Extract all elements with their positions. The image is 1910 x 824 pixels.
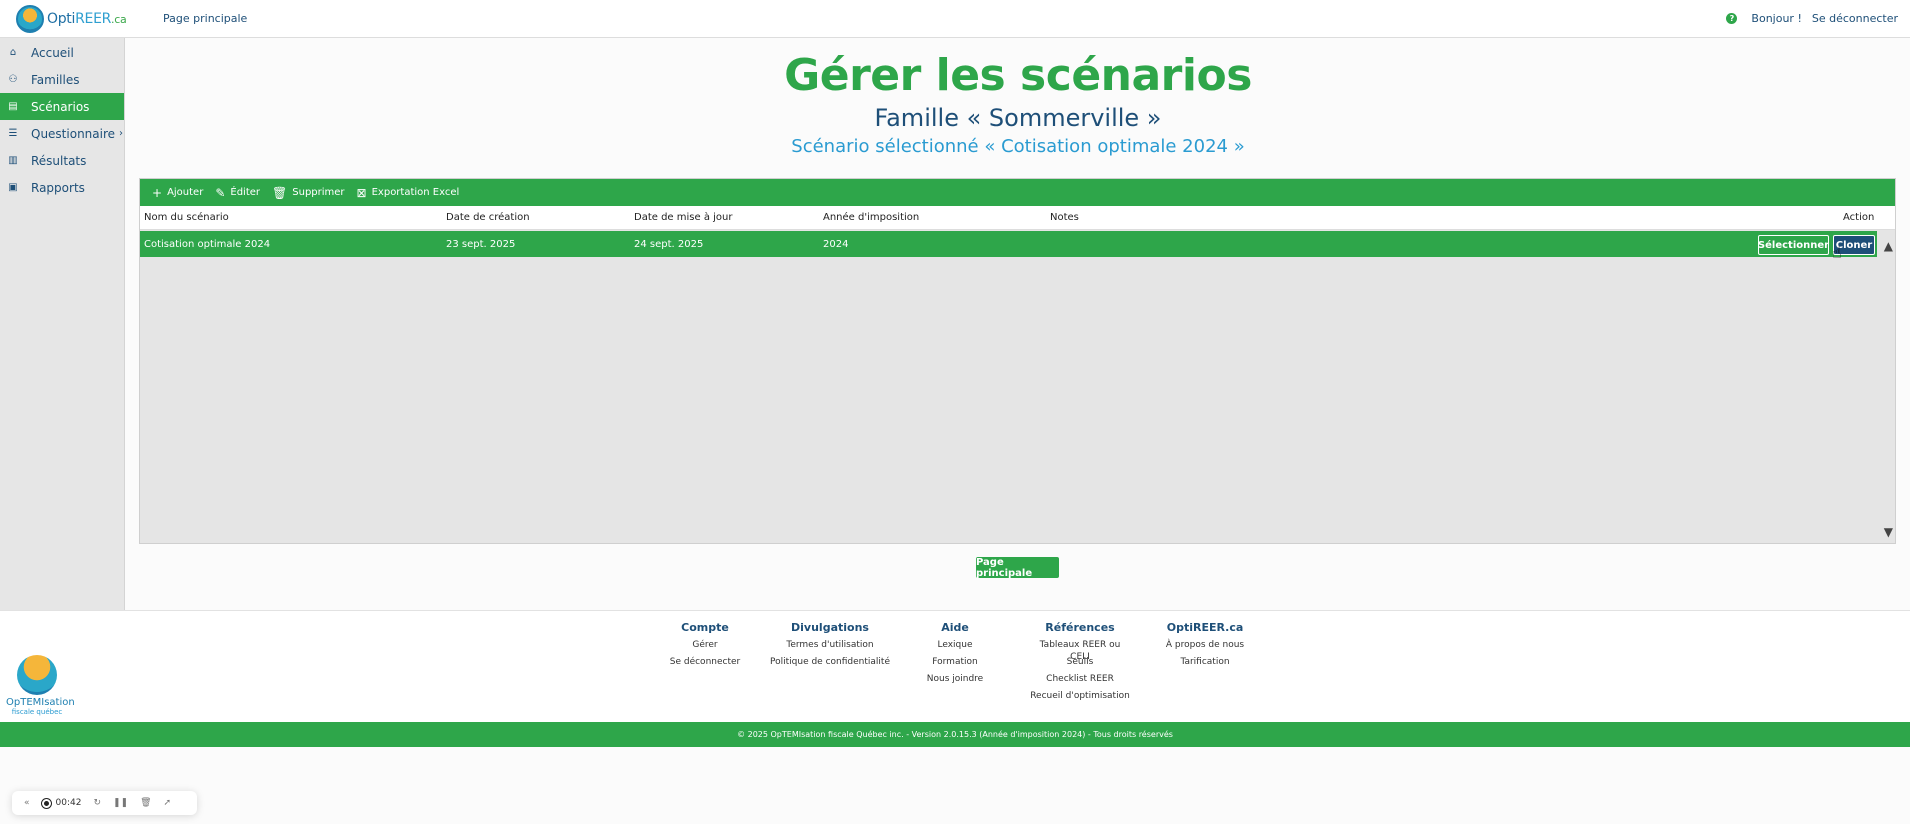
sidebar-item-label: Résultats <box>31 153 87 168</box>
footer: OpTEMIsation fiscale québec Compte Gérer… <box>0 610 1910 722</box>
scenario-icon: ▤ <box>8 101 18 112</box>
column-header[interactable]: Nom du scénario <box>144 212 229 223</box>
cell-updated: 24 sept. 2025 <box>634 238 704 250</box>
logo-icon <box>16 4 44 33</box>
column-header[interactable]: Date de création <box>446 212 530 223</box>
footer-link[interactable]: Tableaux REER ou CELI <box>1030 639 1130 662</box>
home-page-button[interactable]: Page principale <box>976 557 1059 579</box>
sidebar-item-rapports[interactable]: ▣ Rapports <box>0 174 124 201</box>
greeting-text: Bonjour ! <box>1751 12 1802 25</box>
sidebar-item-familles[interactable]: ⚇ Familles <box>0 66 124 93</box>
sidebar-item-label: Rapports <box>31 180 85 195</box>
sidebar-item-label: Familles <box>31 72 80 87</box>
footer-link[interactable]: Lexique <box>915 639 995 656</box>
user-area: ? Bonjour ! Se déconnecter <box>1726 12 1898 25</box>
excel-icon: ⊠ <box>356 185 367 200</box>
scenario-grid: + Ajouter ✎ Éditer 🗑 Supprimer ⊠ Exportation… <box>139 178 1896 544</box>
footer-column-aide: Aide Lexique Formation Nous joindre <box>915 621 995 690</box>
footer-link[interactable]: À propos de nous <box>1160 639 1250 656</box>
footer-column-compte: Compte Gérer Se déconnecter <box>665 621 745 673</box>
footer-link[interactable]: Checklist REER <box>1030 673 1130 690</box>
home-page-link[interactable]: Page principale <box>163 12 247 25</box>
recorder-widget: « 00:42 ↻ ❚❚ 🗑 ➚ <box>12 791 197 815</box>
pencil-icon: ✎ <box>215 185 226 200</box>
footer-link[interactable]: Tarification <box>1160 656 1250 673</box>
top-bar: OptiREER.ca Page principale ? Bonjour ! … <box>0 0 1910 38</box>
add-button[interactable]: + Ajouter <box>152 186 203 200</box>
plus-icon: + <box>152 185 163 200</box>
sidebar-item-label: Accueil <box>31 45 74 60</box>
collapse-icon[interactable]: « <box>24 798 30 808</box>
trash-icon[interactable]: 🗑 <box>140 798 151 808</box>
copyright-bar: © 2025 OpTEMIsation fiscale Québec inc. … <box>0 722 1910 747</box>
page-title: Gérer les scénarios <box>784 50 1252 101</box>
main-content: Gérer les scénarios Famille « Sommervill… <box>126 38 1910 610</box>
logout-link[interactable]: Se déconnecter <box>1812 12 1898 25</box>
delete-button[interactable]: 🗑 Supprimer <box>272 186 345 200</box>
hand-cursor-icon: ☝ <box>1832 243 1842 262</box>
excel-export-button[interactable]: ⊠ Exportation Excel <box>357 186 460 200</box>
report-icon: ▣ <box>8 182 18 193</box>
chevron-right-icon: › <box>119 128 124 139</box>
cell-name: Cotisation optimale 2024 <box>144 238 271 250</box>
results-icon: ▥ <box>8 155 18 166</box>
footer-link[interactable]: Formation <box>915 656 995 673</box>
footer-link[interactable]: Politique de confidentialité <box>770 656 890 673</box>
scroll-up-arrow[interactable]: ▲ <box>1884 239 1893 253</box>
column-header: Action <box>1843 212 1875 223</box>
recording-time: 00:42 <box>55 798 82 808</box>
footer-logo[interactable]: OpTEMIsation fiscale québec <box>6 655 75 716</box>
sidebar-item-scenarios[interactable]: ▤ Scénarios <box>0 93 124 120</box>
grid-toolbar: + Ajouter ✎ Éditer 🗑 Supprimer ⊠ Exportation… <box>140 179 1895 206</box>
footer-link[interactable]: Nous joindre <box>915 673 995 690</box>
questionnaire-icon: ☰ <box>8 128 18 139</box>
column-header[interactable]: Notes <box>1050 212 1079 223</box>
sidebar-item-questionnaire[interactable]: ☰ Questionnaire › <box>0 120 124 147</box>
footer-link[interactable]: Seuils <box>1030 656 1130 673</box>
column-header[interactable]: Année d'imposition <box>823 212 919 223</box>
optireer-logo[interactable]: OptiREER.ca <box>16 4 132 33</box>
sidebar-item-resultats[interactable]: ▥ Résultats <box>0 147 124 174</box>
sidebar-item-label: Scénarios <box>31 99 90 114</box>
sidebar: ⌂ Accueil ⚇ Familles ▤ Scénarios ☰ Quest… <box>0 38 125 610</box>
footer-link[interactable]: Recueil d'optimisation <box>1030 690 1130 707</box>
select-button[interactable]: Sélectionner <box>1758 235 1829 255</box>
logo-text: OptiREER.ca <box>47 10 127 27</box>
footer-column-references: Références Tableaux REER ou CELI Seuils … <box>1030 621 1130 707</box>
edit-button[interactable]: ✎ Éditer <box>215 186 260 200</box>
footer-link[interactable]: Termes d'utilisation <box>770 639 890 656</box>
scroll-down-arrow[interactable]: ▼ <box>1884 525 1893 539</box>
restart-icon[interactable]: ↻ <box>93 798 101 808</box>
pointer-icon[interactable]: ➚ <box>164 798 172 808</box>
footer-column-optireer: OptiREER.ca À propos de nous Tarificatio… <box>1160 621 1250 673</box>
selected-scenario: Scénario sélectionné « Cotisation optima… <box>791 136 1245 157</box>
footer-link[interactable]: Se déconnecter <box>665 656 745 673</box>
record-icon[interactable] <box>41 798 51 808</box>
column-header[interactable]: Date de mise à jour <box>634 212 732 223</box>
sidebar-item-accueil[interactable]: ⌂ Accueil <box>0 39 124 66</box>
cell-year: 2024 <box>823 238 849 250</box>
help-icon[interactable]: ? <box>1726 13 1738 24</box>
footer-link[interactable]: Gérer <box>665 639 745 656</box>
trash-icon: 🗑 <box>272 185 288 200</box>
home-icon: ⌂ <box>9 47 17 58</box>
footer-logo-icon <box>17 655 57 695</box>
family-icon: ⚇ <box>8 74 18 85</box>
sidebar-item-label: Questionnaire <box>31 126 116 141</box>
grid-header: Nom du scénario Date de création Date de… <box>140 206 1895 230</box>
family-title: Famille « Sommerville » <box>874 104 1162 132</box>
footer-column-divulgations: Divulgations Termes d'utilisation Politi… <box>770 621 890 673</box>
table-row[interactable]: Cotisation optimale 2024 23 sept. 2025 2… <box>140 231 1877 257</box>
pause-icon[interactable]: ❚❚ <box>113 798 128 808</box>
cell-created: 23 sept. 2025 <box>446 238 516 250</box>
